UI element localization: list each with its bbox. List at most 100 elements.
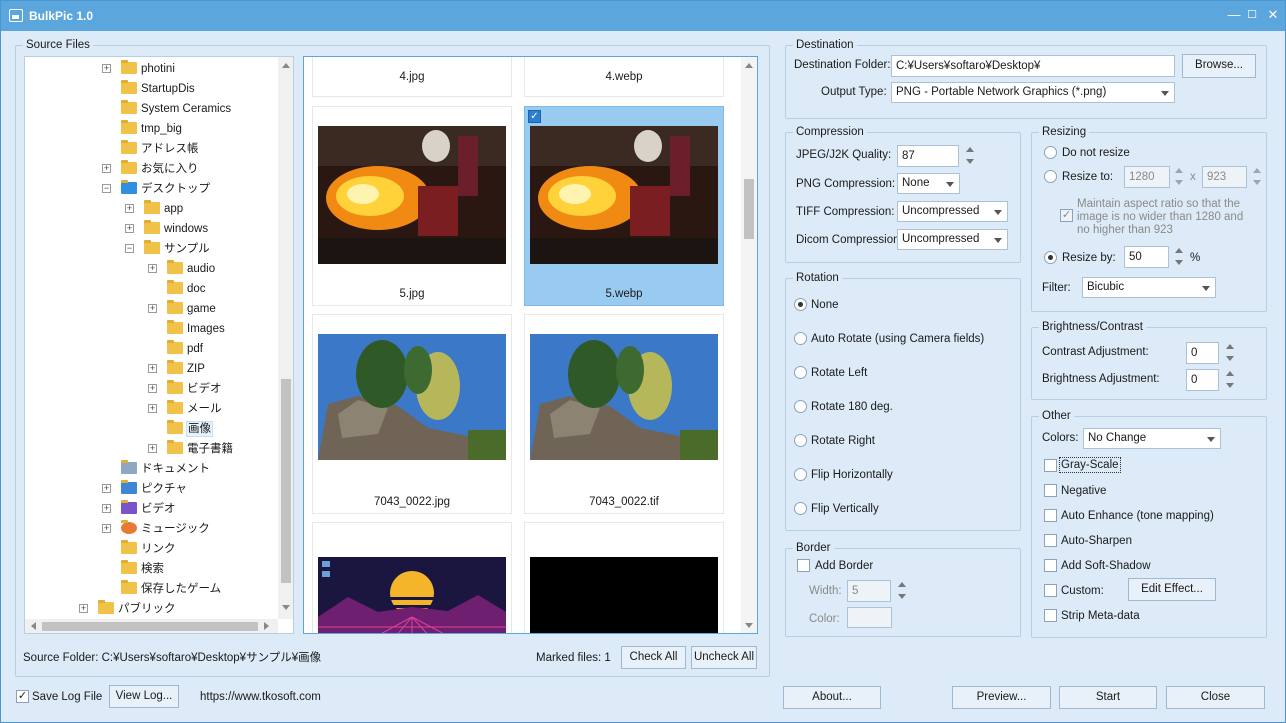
scroll-down-icon[interactable] bbox=[745, 623, 753, 628]
tree-item[interactable]: 検索 bbox=[25, 559, 278, 579]
file-check-icon[interactable]: ✓ bbox=[528, 110, 541, 123]
uncheck-all-button[interactable]: Uncheck All bbox=[691, 646, 757, 669]
tree-item[interactable]: 画像 bbox=[25, 419, 278, 439]
auto-enhance-checkbox[interactable] bbox=[1044, 509, 1057, 522]
expander-icon[interactable]: + bbox=[102, 484, 111, 493]
tree-item[interactable]: + メール bbox=[25, 399, 278, 419]
expander-icon[interactable]: + bbox=[102, 504, 111, 513]
expander-icon[interactable]: + bbox=[125, 224, 134, 233]
expander-icon[interactable]: + bbox=[102, 164, 111, 173]
view-log-button[interactable]: View Log... bbox=[109, 685, 179, 708]
rotation-radio[interactable] bbox=[794, 468, 807, 481]
tree-item[interactable]: + 電子書籍 bbox=[25, 439, 278, 459]
website-link[interactable]: https://www.tkosoft.com bbox=[200, 690, 321, 704]
expander-icon[interactable]: + bbox=[148, 444, 157, 453]
rotation-radio[interactable] bbox=[794, 502, 807, 515]
brightness-input[interactable]: 0 bbox=[1186, 369, 1219, 391]
tree-item[interactable]: + お気に入り bbox=[25, 159, 278, 179]
resize-by-radio[interactable] bbox=[1044, 251, 1057, 264]
scroll-left-icon[interactable] bbox=[31, 622, 36, 630]
resize-by-spinner[interactable] bbox=[1174, 246, 1184, 268]
filter-select[interactable]: Bicubic bbox=[1082, 277, 1216, 298]
expander-icon[interactable]: + bbox=[102, 64, 111, 73]
resize-by-input[interactable]: 50 bbox=[1124, 246, 1169, 268]
rotation-radio[interactable] bbox=[794, 366, 807, 379]
contrast-input[interactable]: 0 bbox=[1186, 342, 1219, 364]
spin-up-icon[interactable] bbox=[898, 582, 906, 587]
grayscale-checkbox[interactable] bbox=[1044, 459, 1057, 472]
scroll-right-icon[interactable] bbox=[264, 622, 269, 630]
expander-icon[interactable]: + bbox=[102, 524, 111, 533]
folder-tree[interactable]: + photini StartupDis System Ceramics tmp_big… bbox=[24, 56, 294, 634]
tree-scroll-thumb[interactable] bbox=[281, 379, 291, 583]
tree-item[interactable]: ドキュメント bbox=[25, 459, 278, 479]
colors-select[interactable]: No Change bbox=[1083, 428, 1221, 449]
title-bar[interactable]: BulkPic 1.0 — ☐ ✕ bbox=[1, 1, 1285, 31]
tree-item[interactable]: StartupDis bbox=[25, 79, 278, 99]
expander-icon[interactable]: + bbox=[148, 304, 157, 313]
check-all-button[interactable]: Check All bbox=[621, 646, 686, 669]
expander-icon[interactable]: + bbox=[148, 364, 157, 373]
file-card[interactable] bbox=[312, 522, 512, 633]
tree-item[interactable]: − サンプル bbox=[25, 239, 278, 259]
tree-vscrollbar[interactable] bbox=[278, 57, 293, 619]
tree-item[interactable]: 保存したゲーム bbox=[25, 579, 278, 599]
tree-item[interactable]: アドレス帳 bbox=[25, 139, 278, 159]
custom-checkbox[interactable] bbox=[1044, 584, 1057, 597]
spin-down-icon[interactable] bbox=[1175, 180, 1183, 185]
close-button[interactable]: Close bbox=[1166, 686, 1265, 709]
strip-metadata-checkbox[interactable] bbox=[1044, 609, 1057, 622]
negative-checkbox[interactable] bbox=[1044, 484, 1057, 497]
tree-item[interactable]: pdf bbox=[25, 339, 278, 359]
spin-down-icon[interactable] bbox=[966, 159, 974, 164]
scroll-down-icon[interactable] bbox=[282, 605, 290, 610]
file-card[interactable] bbox=[524, 522, 724, 633]
preview-button[interactable]: Preview... bbox=[952, 686, 1051, 709]
output-type-select[interactable]: PNG - Portable Network Graphics (*.png) bbox=[891, 82, 1175, 103]
spin-down-icon[interactable] bbox=[1226, 383, 1234, 388]
browse-button[interactable]: Browse... bbox=[1182, 54, 1256, 78]
dicom-compression-select[interactable]: Uncompressed bbox=[897, 229, 1008, 250]
tree-item[interactable]: System Ceramics bbox=[25, 99, 278, 119]
file-card[interactable]: 7043_0022.jpg bbox=[312, 314, 512, 514]
resize-height-input[interactable]: 923 bbox=[1202, 166, 1247, 188]
spin-down-icon[interactable] bbox=[1175, 260, 1183, 265]
spin-up-icon[interactable] bbox=[1226, 371, 1234, 376]
contrast-spinner[interactable] bbox=[1225, 342, 1235, 364]
rotation-radio[interactable] bbox=[794, 400, 807, 413]
spin-up-icon[interactable] bbox=[1253, 168, 1261, 173]
brightness-spinner[interactable] bbox=[1225, 369, 1235, 391]
save-log-checkbox[interactable]: ✓ bbox=[16, 690, 29, 703]
spin-up-icon[interactable] bbox=[1175, 248, 1183, 253]
edit-effect-button[interactable]: Edit Effect... bbox=[1128, 578, 1216, 601]
resize-width-input[interactable]: 1280 bbox=[1124, 166, 1170, 188]
png-compression-select[interactable]: None bbox=[897, 173, 960, 194]
add-border-checkbox[interactable] bbox=[797, 559, 810, 572]
rotation-radio[interactable] bbox=[794, 332, 807, 345]
maximize-icon[interactable]: ☐ bbox=[1241, 5, 1263, 25]
expander-icon[interactable]: + bbox=[148, 384, 157, 393]
tree-item[interactable]: + ピクチャ bbox=[25, 479, 278, 499]
tree-item[interactable]: + windows bbox=[25, 219, 278, 239]
close-icon[interactable]: ✕ bbox=[1262, 5, 1284, 25]
tree-item[interactable]: − デスクトップ bbox=[25, 179, 278, 199]
about-button[interactable]: About... bbox=[783, 686, 881, 709]
rotation-radio[interactable] bbox=[794, 298, 807, 311]
tree-item[interactable]: + app bbox=[25, 199, 278, 219]
destination-folder-input[interactable]: C:¥Users¥softaro¥Desktop¥ bbox=[891, 55, 1175, 77]
tree-item[interactable]: + photini bbox=[25, 59, 278, 79]
tree-item[interactable]: doc bbox=[25, 279, 278, 299]
jpeg-quality-spinner[interactable] bbox=[965, 145, 975, 167]
expander-icon[interactable]: − bbox=[102, 184, 111, 193]
spin-up-icon[interactable] bbox=[1226, 344, 1234, 349]
tree-item[interactable]: リンク bbox=[25, 539, 278, 559]
file-card[interactable]: 5.jpg bbox=[312, 106, 512, 306]
border-width-spinner[interactable] bbox=[897, 580, 907, 602]
auto-sharpen-checkbox[interactable] bbox=[1044, 534, 1057, 547]
tree-item[interactable]: + パブリック bbox=[25, 599, 278, 619]
spin-down-icon[interactable] bbox=[1226, 356, 1234, 361]
resize-height-spinner[interactable] bbox=[1252, 166, 1262, 188]
scroll-up-icon[interactable] bbox=[745, 63, 753, 68]
tree-item[interactable]: + ビデオ bbox=[25, 499, 278, 519]
expander-icon[interactable]: + bbox=[125, 204, 134, 213]
